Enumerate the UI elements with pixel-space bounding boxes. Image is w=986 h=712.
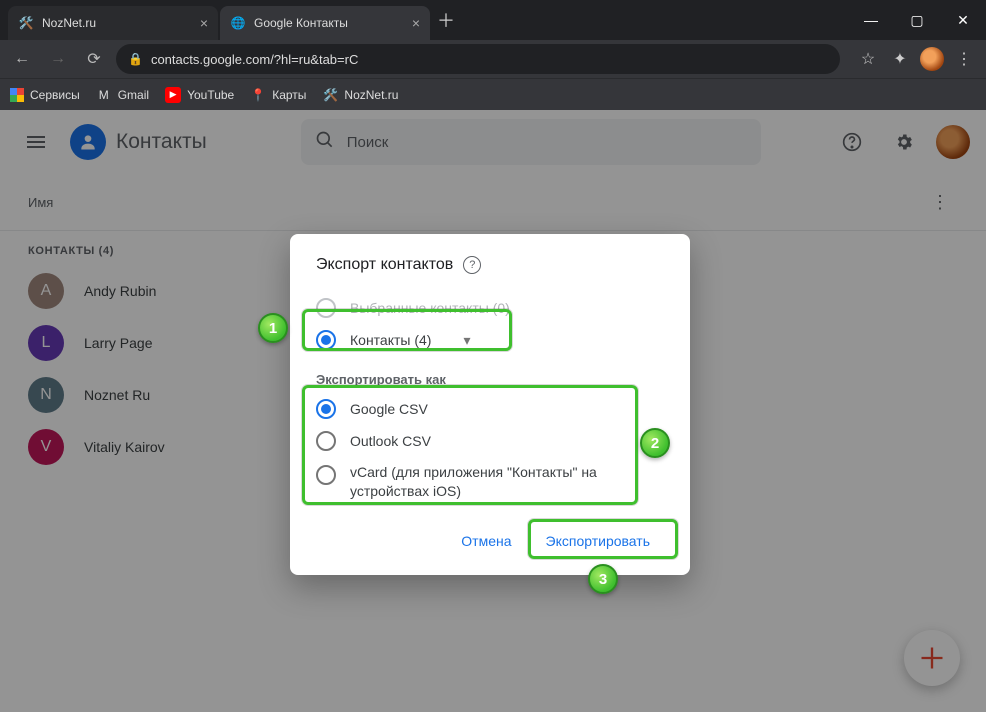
apps-icon: [10, 88, 24, 102]
youtube-icon: ▶: [165, 87, 181, 103]
extensions-icon[interactable]: ✦: [886, 45, 914, 73]
radio-icon: [316, 330, 336, 350]
maximize-button[interactable]: ▢: [894, 0, 940, 40]
wrench-icon: 🛠️: [18, 15, 34, 31]
close-icon[interactable]: ×: [200, 15, 208, 31]
bookmark-noznet[interactable]: 🛠️ NozNet.ru: [322, 87, 398, 103]
format-vcard[interactable]: vCard (для приложения "Контакты" на устр…: [316, 457, 664, 507]
callout-3: 3: [588, 564, 618, 594]
close-window-button[interactable]: ✕: [940, 0, 986, 40]
new-tab-button[interactable]: ＋: [432, 6, 460, 34]
format-outlook-csv[interactable]: Outlook CSV: [316, 425, 664, 457]
callout-1: 1: [258, 313, 288, 343]
minimize-button[interactable]: —: [848, 0, 894, 40]
bookmark-maps[interactable]: 📍 Карты: [250, 87, 306, 103]
address-bar[interactable]: 🔒 contacts.google.com/?hl=ru&tab=rC: [116, 44, 840, 74]
globe-icon: 🌐: [230, 15, 246, 31]
help-icon[interactable]: ?: [463, 256, 481, 274]
radio-icon: [316, 298, 336, 318]
dialog-title: Экспорт контактов: [316, 256, 453, 274]
option-selected-contacts: Выбранные контакты (0): [316, 292, 664, 324]
tab-title: Google Контакты: [254, 16, 348, 30]
reload-button[interactable]: ⟳: [80, 45, 108, 73]
wrench-icon: 🛠️: [322, 87, 338, 103]
bookmark-services[interactable]: Сервисы: [10, 88, 80, 102]
profile-avatar[interactable]: [918, 45, 946, 73]
forward-button[interactable]: →: [44, 45, 72, 73]
tab-title: NozNet.ru: [42, 16, 96, 30]
close-icon[interactable]: ×: [412, 15, 420, 31]
export-button[interactable]: Экспортировать: [532, 525, 664, 557]
back-button[interactable]: ←: [8, 45, 36, 73]
chevron-down-icon[interactable]: ▾: [463, 332, 470, 349]
bookmark-gmail[interactable]: M Gmail: [96, 87, 149, 103]
bookmark-youtube[interactable]: ▶ YouTube: [165, 87, 234, 103]
export-contacts-dialog: Экспорт контактов ? Выбранные контакты (…: [290, 234, 690, 575]
radio-icon: [316, 465, 336, 485]
option-all-contacts[interactable]: Контакты (4) ▾: [316, 324, 664, 356]
maps-icon: 📍: [250, 87, 266, 103]
format-google-csv[interactable]: Google CSV: [316, 393, 664, 425]
radio-icon: [316, 399, 336, 419]
cancel-button[interactable]: Отмена: [447, 525, 525, 557]
url-text: contacts.google.com/?hl=ru&tab=rC: [151, 52, 358, 67]
export-as-label: Экспортировать как: [316, 372, 664, 387]
browser-tab[interactable]: 🌐 Google Контакты ×: [220, 6, 430, 40]
callout-2: 2: [640, 428, 670, 458]
menu-icon[interactable]: ⋮: [950, 45, 978, 73]
browser-tab[interactable]: 🛠️ NozNet.ru ×: [8, 6, 218, 40]
star-icon[interactable]: ☆: [854, 45, 882, 73]
lock-icon: 🔒: [128, 52, 143, 66]
gmail-icon: M: [96, 87, 112, 103]
radio-icon: [316, 431, 336, 451]
